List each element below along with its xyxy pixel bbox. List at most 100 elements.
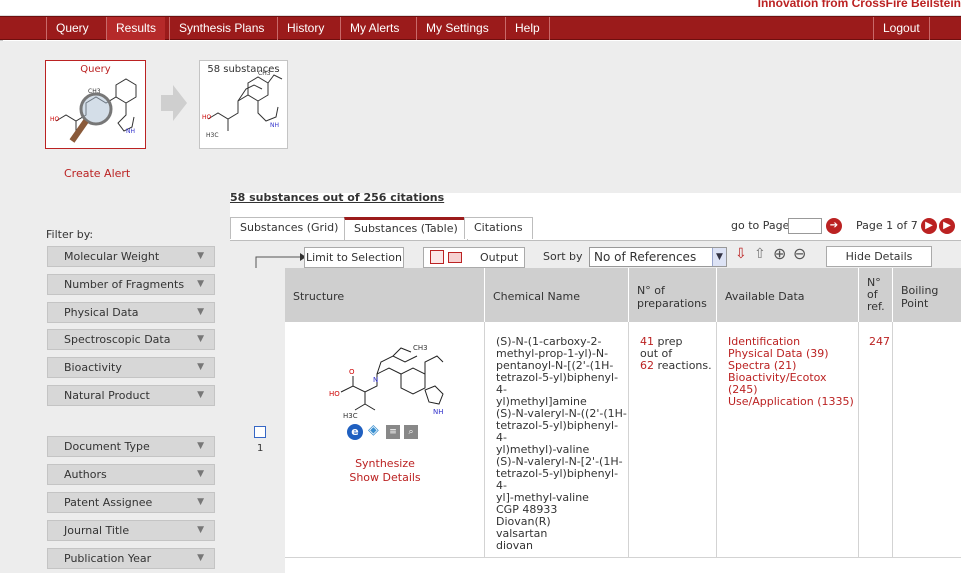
column-header-preparations[interactable]: N° of preparations bbox=[629, 268, 717, 322]
available-data-bioactivity[interactable]: Bioactivity/Ecotox (245) bbox=[728, 372, 858, 396]
filter-molecular-weight[interactable]: Molecular Weight ▼ bbox=[47, 246, 215, 267]
chemical-name-cell: (S)-N-(1-carboxy-2- methyl-prop-1-yl)-N-… bbox=[485, 322, 629, 557]
double-chevron-down-icon: ▼ bbox=[197, 251, 204, 261]
query-structure-image: CH3 HO NH bbox=[50, 78, 137, 143]
page-indicator: Page 1 of 7 bbox=[856, 219, 918, 232]
sort-by-label: Sort by bbox=[543, 250, 583, 263]
double-chevron-down-icon: ▼ bbox=[197, 362, 204, 372]
filter-number-of-fragments[interactable]: Number of Fragments ▼ bbox=[47, 274, 215, 295]
filter-label: Document Type bbox=[64, 440, 150, 453]
synthesize-link[interactable]: Synthesize bbox=[285, 458, 485, 470]
column-header-structure[interactable]: Structure bbox=[285, 268, 485, 322]
main-navigation: Query Results Synthesis Plans History My… bbox=[0, 16, 961, 40]
references-count-link[interactable]: 247 bbox=[869, 335, 890, 348]
chem-label-n: N bbox=[373, 376, 378, 384]
nav-my-settings[interactable]: My Settings bbox=[416, 17, 498, 40]
nav-results[interactable]: Results bbox=[106, 17, 166, 40]
reactions-count-link[interactable]: 62 bbox=[640, 359, 654, 372]
nav-query[interactable]: Query bbox=[46, 17, 98, 40]
header-label: Chemical Name bbox=[493, 290, 580, 303]
document-icon[interactable]: ≡ bbox=[386, 425, 400, 439]
go-arrow-icon[interactable]: ➔ bbox=[826, 218, 842, 234]
boiling-point-cell bbox=[893, 322, 961, 557]
chem-label-ho: HO bbox=[329, 390, 340, 398]
filter-label: Natural Product bbox=[64, 389, 150, 402]
chem-label-o: O bbox=[349, 368, 355, 376]
sort-select-value: No of References bbox=[594, 250, 697, 264]
browser-icon[interactable]: e bbox=[347, 424, 363, 440]
search-icon[interactable]: ⌕ bbox=[404, 425, 418, 439]
filter-spectroscopic-data[interactable]: Spectroscopic Data ▼ bbox=[47, 329, 215, 350]
result-thumbnail[interactable]: 58 substances CH3 HO H3C NH bbox=[199, 60, 288, 149]
nav-history[interactable]: History bbox=[277, 17, 333, 40]
filter-document-type[interactable]: Document Type ▼ bbox=[47, 436, 215, 457]
export-icon bbox=[430, 250, 444, 264]
filter-title: Filter by: bbox=[46, 228, 94, 241]
preparations-cell: 41 prep out of 62 reactions. bbox=[629, 322, 717, 557]
tab-citations[interactable]: Citations bbox=[464, 217, 533, 239]
header-label: Boiling Point bbox=[901, 284, 939, 310]
limit-to-selection-button[interactable]: Limit to Selection bbox=[304, 247, 404, 268]
create-alert-link[interactable]: Create Alert bbox=[64, 167, 130, 180]
chemical-name-line: diovan bbox=[496, 539, 533, 552]
filter-label: Physical Data bbox=[64, 306, 139, 319]
header-label: N° of preparations bbox=[637, 284, 707, 310]
result-nh-label: NH bbox=[270, 122, 279, 129]
query-ho-label: HO bbox=[50, 116, 60, 123]
tab-label: Citations bbox=[474, 221, 523, 234]
available-data-use[interactable]: Use/Application (1335) bbox=[728, 396, 858, 408]
3d-structure-icon[interactable]: ◈ bbox=[368, 423, 379, 437]
result-ho-label: HO bbox=[202, 114, 212, 121]
tab-substances-grid[interactable]: Substances (Grid) bbox=[230, 217, 349, 239]
column-header-references[interactable]: N° of ref. bbox=[859, 268, 893, 322]
row-index: 1 bbox=[257, 443, 264, 454]
nav-my-alerts[interactable]: My Alerts bbox=[340, 17, 408, 40]
available-data-cell: Identification Physical Data (39) Spectr… bbox=[717, 322, 859, 557]
header-label: Structure bbox=[293, 290, 345, 303]
reactions-text: reactions. bbox=[657, 359, 712, 372]
nav-help[interactable]: Help bbox=[505, 17, 550, 40]
logout-link[interactable]: Logout bbox=[873, 17, 930, 40]
zoom-in-icon[interactable]: ⊕ bbox=[773, 244, 786, 263]
sort-select[interactable]: No of References ▼ bbox=[589, 247, 727, 267]
show-details-link[interactable]: Show Details bbox=[285, 472, 485, 484]
double-chevron-down-icon: ▼ bbox=[197, 469, 204, 479]
last-page-icon[interactable]: ▶ bbox=[939, 218, 955, 234]
result-ch3-label: CH3 bbox=[258, 70, 271, 77]
magnifier-handle bbox=[69, 119, 89, 143]
column-header-available-data[interactable]: Available Data bbox=[717, 268, 859, 322]
tab-substances-table[interactable]: Substances (Table) bbox=[344, 217, 468, 240]
structure-cell: CH3 HO O H3C NH N e ◈ ≡ ⌕ Synthesize Sho… bbox=[285, 322, 485, 557]
double-chevron-down-icon: ▼ bbox=[197, 441, 204, 451]
filter-authors[interactable]: Authors ▼ bbox=[47, 464, 215, 485]
chem-label-nh: NH bbox=[433, 408, 444, 416]
next-page-icon[interactable]: ▶ bbox=[921, 218, 937, 234]
filter-journal-title[interactable]: Journal Title ▼ bbox=[47, 520, 215, 541]
query-thumbnail[interactable]: Query CH3 HO NH bbox=[45, 60, 146, 149]
goto-page-input[interactable] bbox=[788, 218, 822, 234]
column-header-chemical-name[interactable]: Chemical Name bbox=[485, 268, 629, 322]
filter-natural-product[interactable]: Natural Product ▼ bbox=[47, 385, 215, 406]
filter-publication-year[interactable]: Publication Year ▼ bbox=[47, 548, 215, 569]
row-select-checkbox[interactable] bbox=[254, 426, 266, 438]
sort-ascending-icon[interactable]: ⇧ bbox=[754, 246, 766, 262]
double-chevron-down-icon: ▼ bbox=[197, 497, 204, 507]
sort-descending-icon[interactable]: ⇩ bbox=[735, 246, 747, 262]
column-header-boiling-point[interactable]: Boiling Point bbox=[893, 268, 961, 322]
nav-synthesis-plans[interactable]: Synthesis Plans bbox=[169, 17, 273, 40]
double-chevron-down-icon: ▼ bbox=[197, 390, 204, 400]
chemical-name-line: tetrazol-5-yl)biphenyl-4- bbox=[496, 371, 619, 396]
tab-label: Substances (Table) bbox=[354, 222, 458, 235]
hide-details-button[interactable]: Hide Details bbox=[826, 246, 932, 267]
filter-label: Spectroscopic Data bbox=[64, 333, 171, 346]
tab-label: Substances (Grid) bbox=[240, 221, 339, 234]
structure-image[interactable]: CH3 HO O H3C NH N bbox=[325, 330, 445, 430]
slogan: Innovation from CrossFire Beilstein bbox=[757, 0, 961, 10]
zoom-out-icon[interactable]: ⊖ bbox=[793, 244, 806, 263]
output-button[interactable]: Output bbox=[423, 247, 525, 268]
filter-physical-data[interactable]: Physical Data ▼ bbox=[47, 302, 215, 323]
chemical-name-line: tetrazol-5-yl)biphenyl-4- bbox=[496, 419, 619, 444]
filter-patent-assignee[interactable]: Patent Assignee ▼ bbox=[47, 492, 215, 513]
filter-bioactivity[interactable]: Bioactivity ▼ bbox=[47, 357, 215, 378]
result-h3c-label: H3C bbox=[206, 132, 219, 139]
